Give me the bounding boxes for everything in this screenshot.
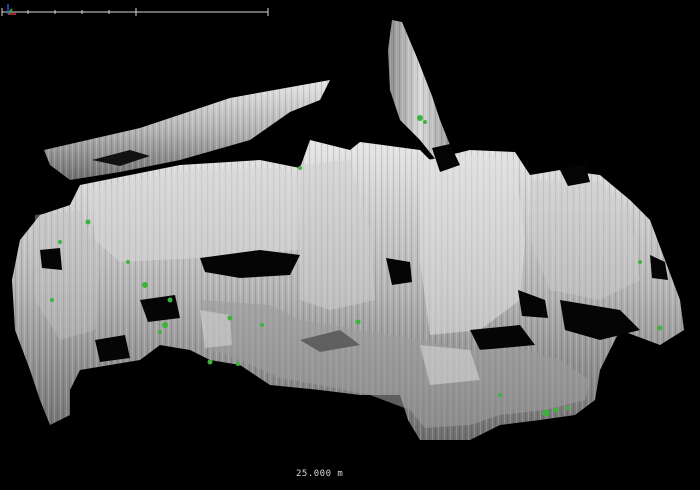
- rock-spire: [388, 20, 452, 160]
- point-cloud-render: [12, 20, 684, 440]
- 3d-viewport[interactable]: 25.000 m: [0, 0, 700, 490]
- scale-bar: [1, 8, 269, 16]
- axis-gizmo-icon: [7, 4, 16, 15]
- scale-bar-label: 25.000 m: [296, 469, 344, 479]
